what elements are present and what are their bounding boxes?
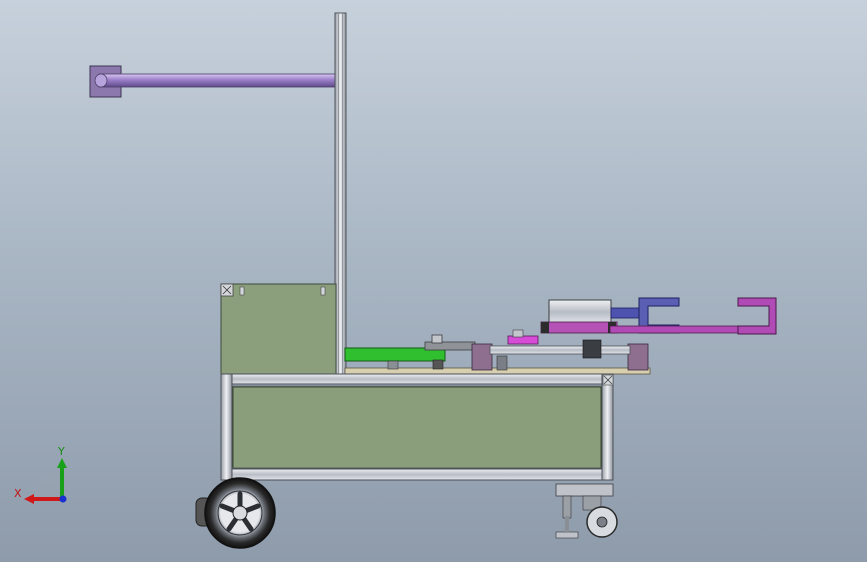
gripper-mechanism bbox=[471, 297, 777, 371]
cad-viewport[interactable]: Y X bbox=[0, 0, 867, 562]
front-caster bbox=[555, 483, 618, 539]
arm-rod-tip bbox=[94, 73, 108, 88]
axis-label-y: Y bbox=[57, 445, 65, 458]
vertical-post bbox=[334, 12, 347, 376]
axis-label-x: X bbox=[14, 487, 22, 500]
gripper-hook bbox=[737, 297, 777, 335]
overhead-arm bbox=[89, 65, 338, 98]
coordinate-triad: Y X bbox=[14, 445, 67, 504]
cart-side-panel bbox=[232, 386, 602, 469]
gripper-finger bbox=[609, 325, 739, 334]
arm-rod bbox=[98, 73, 338, 88]
cylinder-body bbox=[548, 299, 612, 325]
cart-frame bbox=[220, 373, 614, 481]
control-box bbox=[220, 283, 337, 377]
rear-wheel bbox=[195, 477, 276, 549]
